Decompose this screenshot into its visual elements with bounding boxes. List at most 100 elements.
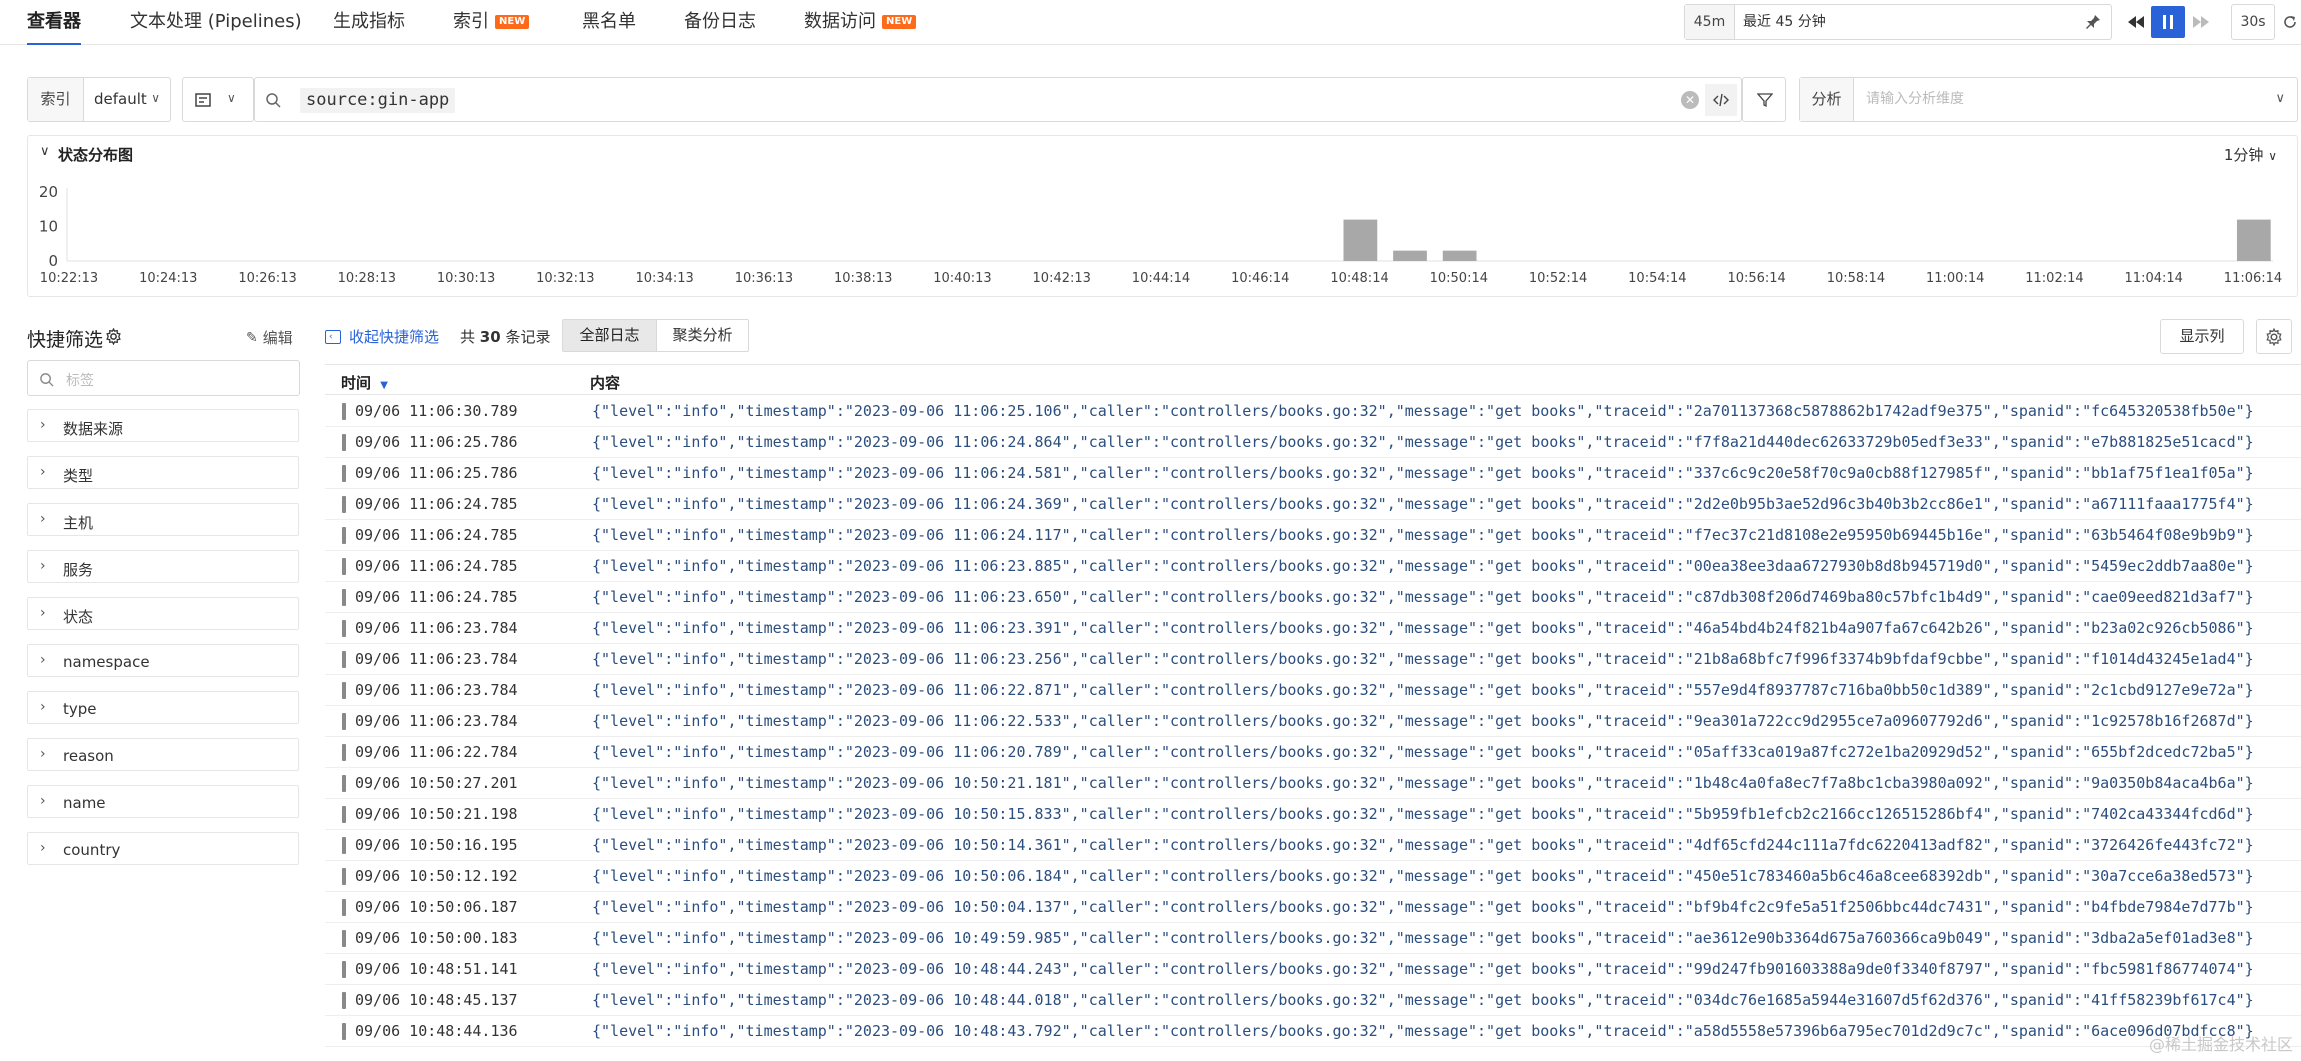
- quick-filter-item[interactable]: › reason: [27, 738, 299, 771]
- quick-filter-item[interactable]: › 类型: [27, 456, 299, 489]
- filter-clear-button[interactable]: [1742, 77, 1786, 122]
- table-row[interactable]: 09/06 10:50:00.183 {"level":"info","times…: [325, 923, 2301, 954]
- columns-button[interactable]: 显示列: [2160, 319, 2244, 354]
- tab-backup[interactable]: 备份日志: [684, 0, 756, 45]
- edit-filters-button[interactable]: ✎ 编辑: [246, 327, 293, 348]
- x-tick-label: 10:52:14: [1529, 271, 1587, 286]
- pin-icon[interactable]: [2083, 12, 2103, 32]
- edit-label: 编辑: [262, 329, 293, 347]
- tab-label: 生成指标: [333, 11, 405, 32]
- log-content: {"level":"info","timestamp":"2023-09-06 …: [592, 681, 2254, 699]
- sort-icon[interactable]: ▼: [380, 380, 388, 391]
- status-bar-chart: 20 10 010:22:13 10:24:13 10:26:13 10:28:13 10:…: [39, 183, 2282, 286]
- quick-filter-item[interactable]: › 服务: [27, 550, 299, 583]
- tab-viewer[interactable]: 查看器: [27, 0, 81, 45]
- x-tick-label: 10:42:13: [1033, 271, 1091, 286]
- table-row[interactable]: 09/06 11:06:23.784 {"level":"info","times…: [325, 706, 2301, 737]
- tab-label: 数据访问: [804, 11, 876, 32]
- tab-metrics[interactable]: 生成指标: [333, 0, 405, 45]
- quick-filter-title: 快捷筛选: [27, 329, 104, 351]
- record-count: 共 30 条记录: [460, 326, 550, 347]
- quick-filter-item[interactable]: › 数据来源: [27, 409, 299, 442]
- quick-filter-item[interactable]: › 状态: [27, 597, 299, 630]
- record-count-suffix: 条记录: [505, 328, 551, 346]
- cluster-analysis-button[interactable]: 聚类分析: [657, 320, 748, 351]
- log-time: 09/06 11:06:22.784: [355, 743, 518, 761]
- settings-gear-icon[interactable]: [2256, 319, 2292, 354]
- x-tick-label: 10:44:14: [1132, 271, 1190, 286]
- quick-filter-item[interactable]: › country: [27, 832, 299, 865]
- x-tick-label: 10:56:14: [1727, 271, 1785, 286]
- analysis-dimension-box[interactable]: 分析 请输入分析维度 ∨: [1799, 77, 2298, 122]
- refresh-icon[interactable]: [2280, 12, 2300, 32]
- quick-filter-item[interactable]: › 主机: [27, 503, 299, 536]
- table-row[interactable]: 09/06 11:06:24.785 {"level":"info","times…: [325, 582, 2301, 613]
- query-token[interactable]: source:gin-app: [300, 88, 456, 113]
- table-row[interactable]: 09/06 11:06:24.785 {"level":"info","times…: [325, 489, 2301, 520]
- pause-icon[interactable]: [2151, 6, 2185, 38]
- chevron-right-icon: ›: [40, 652, 46, 668]
- quick-filter-item[interactable]: › name: [27, 785, 299, 818]
- log-level-indicator: [342, 1023, 346, 1040]
- log-content: {"level":"info","timestamp":"2023-09-06 …: [592, 557, 2254, 575]
- rewind-icon[interactable]: [2122, 6, 2150, 38]
- table-row[interactable]: 09/06 10:50:21.198 {"level":"info","times…: [325, 799, 2301, 830]
- quick-filter-item[interactable]: › type: [27, 691, 299, 724]
- new-badge: NEW: [495, 15, 530, 29]
- top-nav: 查看器 文本处理 (Pipelines) 生成指标 索引 NEW 黑名单 备份日志…: [0, 0, 2301, 45]
- tab-index[interactable]: 索引 NEW: [453, 0, 530, 45]
- analysis-label: 分析: [1800, 78, 1854, 121]
- tag-search-placeholder: 标签: [66, 373, 94, 389]
- new-badge: NEW: [882, 15, 917, 29]
- quick-filter-label: reason: [63, 747, 114, 765]
- table-row[interactable]: 09/06 10:50:27.201 {"level":"info","times…: [325, 768, 2301, 799]
- tab-pipelines[interactable]: 文本处理 (Pipelines): [130, 0, 302, 45]
- query-mode-selector[interactable]: ∨: [182, 77, 254, 122]
- log-content: {"level":"info","timestamp":"2023-09-06 …: [592, 991, 2254, 1009]
- table-row[interactable]: 09/06 11:06:24.785 {"level":"info","times…: [325, 551, 2301, 582]
- tab-data-access[interactable]: 数据访问 NEW: [804, 0, 917, 45]
- clear-icon[interactable]: ✕: [1681, 91, 1699, 109]
- fast-forward-icon[interactable]: [2187, 6, 2215, 38]
- log-content: {"level":"info","timestamp":"2023-09-06 …: [592, 526, 2254, 544]
- columns-label: 显示列: [2179, 327, 2225, 345]
- table-row[interactable]: 09/06 11:06:25.786 {"level":"info","times…: [325, 427, 2301, 458]
- log-level-indicator: [342, 930, 346, 947]
- tab-label: 黑名单: [582, 11, 636, 32]
- table-row[interactable]: 09/06 10:48:45.137 {"level":"info","times…: [325, 985, 2301, 1016]
- table-row[interactable]: 09/06 11:06:23.784 {"level":"info","times…: [325, 613, 2301, 644]
- table-row[interactable]: 09/06 11:06:30.789 {"level":"info","times…: [325, 396, 2301, 427]
- tag-search-input[interactable]: 标签: [27, 360, 300, 396]
- table-row[interactable]: 09/06 11:06:22.784 {"level":"info","times…: [325, 737, 2301, 768]
- log-time: 09/06 10:50:21.198: [355, 805, 518, 823]
- table-row[interactable]: 09/06 10:50:16.195 {"level":"info","times…: [325, 830, 2301, 861]
- time-range-picker[interactable]: 45m 最近 45 分钟: [1684, 4, 2112, 40]
- table-row[interactable]: 09/06 11:06:25.786 {"level":"info","times…: [325, 458, 2301, 489]
- table-row[interactable]: 09/06 11:06:23.784 {"level":"info","times…: [325, 644, 2301, 675]
- table-row[interactable]: 09/06 10:50:12.192 {"level":"info","times…: [325, 861, 2301, 892]
- table-row[interactable]: 09/06 11:06:24.785 {"level":"info","times…: [325, 520, 2301, 551]
- x-tick-label: 11:06:14: [2224, 271, 2282, 286]
- gear-icon[interactable]: [103, 326, 123, 346]
- code-icon[interactable]: [1705, 84, 1737, 116]
- table-row[interactable]: 09/06 10:50:06.187 {"level":"info","times…: [325, 892, 2301, 923]
- x-tick-label: 10:26:13: [238, 271, 296, 286]
- collapse-filters-button[interactable]: ‹ 收起快捷筛选: [325, 326, 439, 347]
- table-row[interactable]: 09/06 11:06:23.784 {"level":"info","times…: [325, 675, 2301, 706]
- search-query-box[interactable]: source:gin-app ✕: [254, 77, 1742, 122]
- record-count-prefix: 共: [460, 328, 476, 346]
- refresh-interval[interactable]: 30s: [2231, 4, 2275, 40]
- table-row[interactable]: 09/06 10:48:51.141 {"level":"info","times…: [325, 954, 2301, 985]
- log-content: {"level":"info","timestamp":"2023-09-06 …: [592, 774, 2254, 792]
- log-time: 09/06 11:06:23.784: [355, 619, 518, 637]
- column-header-time[interactable]: 时间 ▼: [341, 372, 388, 393]
- table-row[interactable]: 09/06 10:48:44.136 {"level":"info","times…: [325, 1016, 2301, 1047]
- log-time: 09/06 11:06:25.786: [355, 464, 518, 482]
- index-selector[interactable]: 索引 default ∨: [27, 77, 171, 122]
- quick-filter-label: 状态: [63, 608, 94, 626]
- quick-filter-item[interactable]: › namespace: [27, 644, 299, 677]
- chart-bar: [1442, 250, 1477, 261]
- filter-icon: [1755, 90, 1775, 110]
- view-all-logs-button[interactable]: 全部日志: [563, 320, 657, 351]
- tab-blacklist[interactable]: 黑名单: [582, 0, 636, 45]
